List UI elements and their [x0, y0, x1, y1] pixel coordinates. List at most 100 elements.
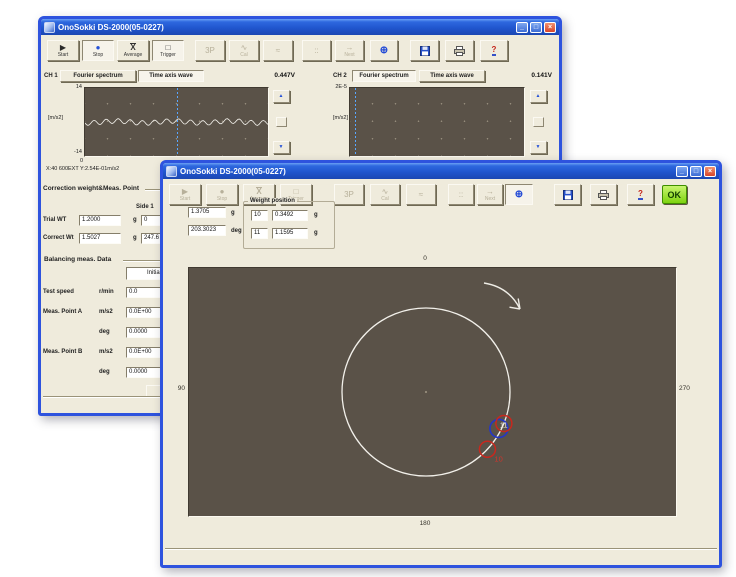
- correction-weight-field[interactable]: 1.3705: [188, 207, 226, 218]
- ch1-scale-scrollbar[interactable]: ▲ ▼: [272, 90, 290, 154]
- minimize-button[interactable]: _: [676, 166, 688, 177]
- ch1-x-origin: 0: [80, 158, 83, 164]
- ch1-scale-thumb[interactable]: [276, 117, 287, 127]
- ch2-scale-thumb[interactable]: [533, 117, 544, 127]
- correct-unit-label: g: [133, 235, 137, 241]
- weight-position-1-value[interactable]: 0.3492: [272, 210, 308, 221]
- desktop: OnoSokki DS-2000(05-0227) _ □ × ▶ Start …: [0, 0, 736, 577]
- print-button[interactable]: [445, 40, 474, 61]
- weight-marker-10-label: 10: [494, 454, 502, 463]
- correct-weight-field[interactable]: 1.5027: [79, 233, 121, 244]
- cal-icon: ∿: [382, 187, 389, 196]
- trial-weight-field[interactable]: 1.2000: [79, 215, 121, 226]
- correct-wt-label: Correct Wt: [43, 235, 74, 241]
- printer-icon: [598, 190, 609, 200]
- ok-button[interactable]: OK: [662, 185, 688, 204]
- window-title: OnoSokki DS-2000(05-0227): [180, 167, 286, 176]
- stop-button[interactable]: ● Stop: [206, 184, 238, 205]
- trial-unit-label: g: [133, 217, 137, 223]
- crosshair-icon: ⊕: [515, 190, 523, 199]
- correction-angle-unit: deg: [231, 228, 242, 234]
- schedule-button[interactable]: 3P: [195, 40, 225, 61]
- test-speed-unit: r/min: [99, 289, 114, 295]
- maximize-button[interactable]: □: [690, 166, 702, 177]
- ch2-tab-time[interactable]: Time axis wave: [419, 70, 485, 82]
- ch1-ymax: 14: [62, 84, 82, 90]
- correction-angle-field[interactable]: 203.3023: [188, 225, 226, 236]
- next-button[interactable]: → Next: [335, 40, 364, 61]
- maximize-button[interactable]: □: [530, 22, 542, 33]
- rotation-arrow: [484, 283, 520, 309]
- ch2-yunit: [m/s2]: [324, 115, 348, 121]
- printer-icon: [454, 46, 465, 56]
- correction-weight-unit: g: [231, 210, 235, 216]
- ch2-scale-down-button[interactable]: ▼: [530, 141, 547, 154]
- ch2-scale-up-button[interactable]: ▲: [530, 90, 547, 103]
- weight-position-2-unit: g: [314, 230, 318, 236]
- ch1-scale-up-button[interactable]: ▲: [273, 90, 290, 103]
- average-icon: X: [130, 43, 135, 52]
- cal-button[interactable]: ∿ Cal: [370, 184, 400, 205]
- ch2-label: CH 2: [333, 73, 347, 79]
- ch2-plot[interactable]: [349, 87, 525, 157]
- ch1-ymin: -14: [56, 149, 82, 155]
- front-titlebar[interactable]: OnoSokki DS-2000(05-0227) _ □ ×: [163, 163, 719, 179]
- ch2-cursor[interactable]: [355, 88, 356, 156]
- back-titlebar[interactable]: OnoSokki DS-2000(05-0227) _ □ ×: [41, 19, 559, 35]
- trigger-button[interactable]: □ Trigger: [152, 40, 184, 61]
- ch1-plot[interactable]: [84, 87, 269, 157]
- setup-button[interactable]: ::: [448, 184, 474, 205]
- polar-label-270: 270: [679, 385, 699, 392]
- app-icon: [166, 166, 177, 177]
- trial-wt-label: Trial WT: [43, 217, 66, 223]
- weight-position-1-index[interactable]: 10: [251, 210, 268, 221]
- crosshair-icon: ⊕: [380, 46, 388, 55]
- stop-button[interactable]: ● Stop: [82, 40, 114, 61]
- ch2-tab-fourier[interactable]: Fourier spectrum: [352, 70, 416, 82]
- ch2-scale-scrollbar[interactable]: ▲ ▼: [529, 90, 547, 154]
- average-icon: X: [256, 187, 261, 196]
- side1-header: Side 1: [136, 204, 154, 210]
- stop-icon: ●: [220, 187, 225, 196]
- help-icon: ?: [638, 189, 643, 200]
- cal-button[interactable]: ∿ Cal: [229, 40, 259, 61]
- ch1-scale-down-button[interactable]: ▼: [273, 141, 290, 154]
- filter-icon: ≈: [276, 46, 280, 55]
- setup-button[interactable]: ::: [302, 40, 331, 61]
- close-button[interactable]: ×: [544, 22, 556, 33]
- setup-icon: ::: [314, 46, 318, 55]
- start-button[interactable]: ▶ Start: [47, 40, 79, 61]
- point-b-deg-unit: deg: [99, 369, 110, 375]
- schedule-icon: 3P: [344, 190, 354, 199]
- filter-button[interactable]: ≈: [263, 40, 293, 61]
- balancing-section-header: Balancing meas. Data: [44, 256, 111, 263]
- balance-display-button[interactable]: ⊕: [370, 40, 398, 61]
- filter-icon: ≈: [419, 190, 423, 199]
- weight-position-2-index[interactable]: 11: [251, 228, 268, 239]
- save-button[interactable]: [410, 40, 439, 61]
- ch1-cursor[interactable]: [177, 88, 178, 156]
- average-button[interactable]: X Average: [117, 40, 149, 61]
- print-button[interactable]: [590, 184, 617, 205]
- polar-diagram: 10 11: [189, 268, 676, 516]
- help-button[interactable]: ?: [480, 40, 508, 61]
- polar-plot[interactable]: 10 11: [188, 267, 677, 517]
- save-button[interactable]: [554, 184, 581, 205]
- ch1-tab-fourier[interactable]: Fourier spectrum: [60, 70, 136, 82]
- balance-display-button[interactable]: ⊕: [505, 184, 533, 205]
- minimize-button[interactable]: _: [516, 22, 528, 33]
- front-window: OnoSokki DS-2000(05-0227) _ □ × ▶ Start …: [160, 160, 722, 568]
- filter-button[interactable]: ≈: [406, 184, 436, 205]
- close-button[interactable]: ×: [704, 166, 716, 177]
- start-button[interactable]: ▶ Start: [169, 184, 201, 205]
- next-icon: →: [346, 43, 354, 52]
- weight-position-2-value[interactable]: 1.1595: [272, 228, 308, 239]
- schedule-button[interactable]: 3P: [334, 184, 364, 205]
- ch1-tab-time[interactable]: Time axis wave: [138, 70, 204, 82]
- rotor-center-dot: [425, 391, 427, 393]
- next-button[interactable]: → Next: [477, 184, 503, 205]
- polar-label-180: 180: [413, 520, 437, 527]
- schedule-icon: 3P: [205, 46, 215, 55]
- front-statusbar: [165, 549, 717, 561]
- help-button[interactable]: ?: [627, 184, 654, 205]
